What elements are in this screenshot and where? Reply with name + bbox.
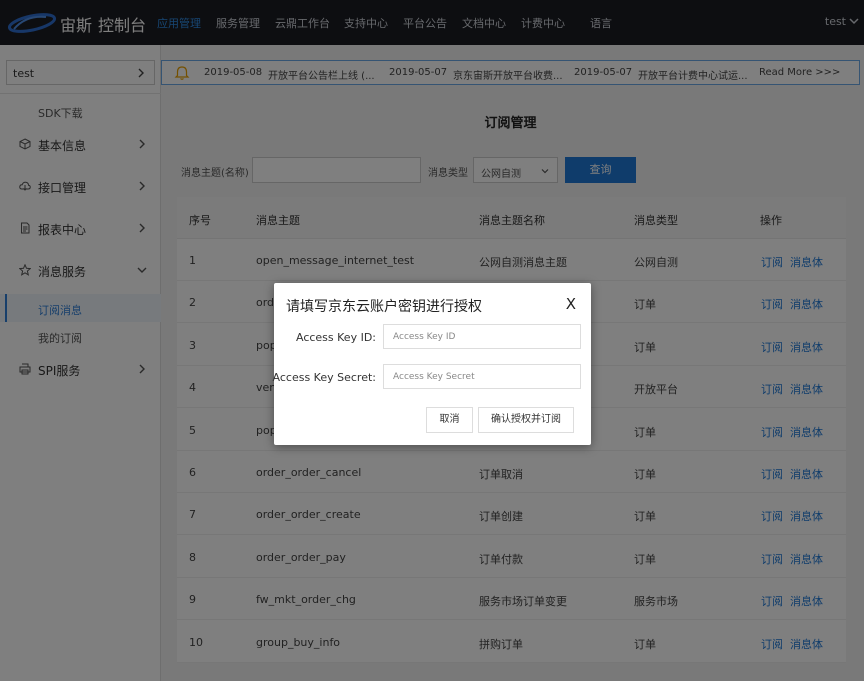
access-key-id-label: Access Key ID: — [295, 331, 376, 344]
access-key-secret-label: Access Key Secret: — [272, 371, 376, 384]
dialog-title: 请填写京东云账户密钥进行授权 — [286, 299, 482, 315]
confirm-authorize-button[interactable]: 确认授权并订阅 — [478, 407, 574, 433]
cancel-button[interactable]: 取消 — [426, 407, 473, 433]
authorize-dialog: 请填写京东云账户密钥进行授权 X Access Key ID: Access K… — [272, 283, 591, 445]
close-button[interactable]: X — [566, 295, 576, 313]
access-key-id-input[interactable] — [383, 324, 581, 349]
access-key-secret-input[interactable] — [383, 364, 581, 389]
